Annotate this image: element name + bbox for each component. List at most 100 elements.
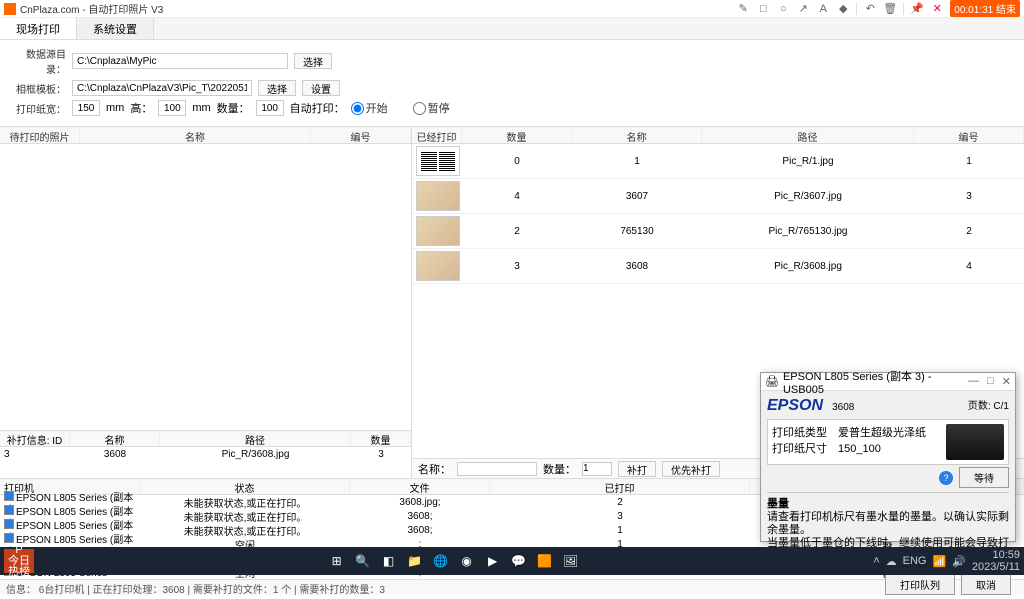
start-icon[interactable]: ⊞ bbox=[325, 549, 349, 573]
printed-row[interactable]: 2765130 Pic_R/765130.jpg2 bbox=[412, 214, 1024, 249]
tool-undo-icon[interactable]: ↶ bbox=[863, 2, 877, 16]
r-th-qty: 数量 bbox=[462, 127, 572, 143]
printer-checkbox[interactable] bbox=[4, 505, 14, 515]
mid-name-input[interactable] bbox=[457, 462, 537, 476]
thumb-icon bbox=[416, 216, 460, 246]
help-icon[interactable]: ? bbox=[939, 471, 953, 485]
copy-label: 数量： bbox=[217, 100, 250, 116]
printer-checkbox[interactable] bbox=[4, 533, 14, 543]
dialog-close-icon[interactable]: ✕ bbox=[1002, 375, 1011, 388]
info-th-qty: 数量 bbox=[351, 431, 411, 446]
info-name: 3608 bbox=[70, 447, 160, 477]
taskview-icon[interactable]: ◧ bbox=[377, 549, 401, 573]
app-icon bbox=[4, 3, 16, 15]
tray-lang[interactable]: ENG bbox=[903, 555, 927, 567]
mid-qty-input[interactable] bbox=[582, 462, 612, 476]
height-input[interactable] bbox=[158, 100, 186, 116]
tool-text-icon[interactable]: A bbox=[816, 2, 830, 16]
mm-unit: mm bbox=[106, 102, 124, 114]
info-qty: 3 bbox=[351, 447, 411, 477]
tab-live-print[interactable]: 现场打印 bbox=[0, 18, 77, 39]
dialog-min-icon[interactable]: — bbox=[968, 375, 979, 388]
info-th-path: 路径 bbox=[160, 431, 351, 446]
tool-arrow-icon[interactable]: ↗ bbox=[796, 2, 810, 16]
height-label: 高： bbox=[130, 100, 152, 116]
edge-icon[interactable]: 🌐 bbox=[429, 549, 453, 573]
printed-row[interactable]: 01 Pic_R/1.jpg1 bbox=[412, 144, 1024, 179]
info-th-id: 补打信息: ID bbox=[0, 431, 70, 446]
p-th-done: 已打印 bbox=[490, 479, 750, 494]
reprint-button[interactable]: 补打 bbox=[618, 461, 656, 477]
p-th-status: 状态 bbox=[140, 479, 350, 494]
left-th-name: 名称 bbox=[80, 127, 311, 143]
tool-circle-icon[interactable]: ○ bbox=[776, 2, 790, 16]
app-icon-5[interactable]: 🖼 bbox=[559, 549, 583, 573]
printed-row[interactable]: 43607 Pic_R/3607.jpg3 bbox=[412, 179, 1024, 214]
tray-time: 10:59 bbox=[972, 549, 1020, 561]
mid-name-label: 名称： bbox=[418, 461, 451, 477]
app-icon-1[interactable]: ◉ bbox=[455, 549, 479, 573]
tool-pencil-icon[interactable]: ✎ bbox=[736, 2, 750, 16]
printed-row[interactable]: 33608 Pic_R/3608.jpg4 bbox=[412, 249, 1024, 284]
tray-onedrive-icon[interactable]: ☁ bbox=[886, 555, 897, 568]
epson-brand: EPSON bbox=[767, 397, 823, 414]
r-th-path: 路径 bbox=[702, 127, 914, 143]
r-th-thumb: 已经打印的… bbox=[412, 127, 462, 143]
p-th-file: 文件 bbox=[350, 479, 490, 494]
info-path: Pic_R/3608.jpg bbox=[160, 447, 351, 477]
ink-title: 墨量 bbox=[767, 498, 789, 510]
dialog-model: 3608 bbox=[832, 402, 854, 413]
tab-settings[interactable]: 系统设置 bbox=[77, 18, 154, 39]
printer-checkbox[interactable] bbox=[4, 519, 14, 529]
left-th-photo: 待打印的照片 bbox=[0, 127, 80, 143]
size-label: 打印纸宽： bbox=[10, 101, 66, 116]
radio-start[interactable]: 开始 bbox=[351, 100, 407, 116]
thumb-icon bbox=[416, 181, 460, 211]
r-th-id: 编号 bbox=[914, 127, 1024, 143]
queue-button[interactable]: 打印队列 bbox=[885, 574, 955, 595]
printer-checkbox[interactable] bbox=[4, 491, 14, 501]
tray-date: 2023/5/11 bbox=[972, 561, 1020, 573]
thumb-icon bbox=[416, 146, 460, 176]
dialog-pages: 页数: C/1 bbox=[968, 397, 1009, 412]
wait-button[interactable]: 等待 bbox=[959, 467, 1009, 488]
tool-pin-icon[interactable]: 📌 bbox=[910, 2, 924, 16]
search-icon[interactable]: 🔍 bbox=[351, 549, 375, 573]
pending-list bbox=[0, 144, 411, 430]
close-icon[interactable]: ✕ bbox=[930, 2, 944, 16]
radio-pause[interactable]: 暂停 bbox=[413, 100, 469, 116]
width-input[interactable] bbox=[72, 100, 100, 116]
priority-reprint-button[interactable]: 优先补打 bbox=[662, 461, 720, 477]
auto-label: 自动打印： bbox=[290, 100, 345, 116]
taskbar-today[interactable]: P今日 热榜 bbox=[4, 549, 34, 573]
print-dialog: 🖨 EPSON L805 Series (副本 3) - USB005 — □ … bbox=[760, 372, 1016, 542]
r-th-name: 名称 bbox=[572, 127, 702, 143]
dir-browse-button[interactable]: 选择 bbox=[294, 53, 332, 69]
timer-badge: 00:01:31 结束 bbox=[950, 0, 1020, 17]
mid-qty-label: 数量： bbox=[543, 461, 576, 477]
tpl-browse-button[interactable]: 选择 bbox=[258, 80, 296, 96]
app-icon-2[interactable]: ▶ bbox=[481, 549, 505, 573]
mm-unit2: mm bbox=[192, 102, 210, 114]
app-icon-3[interactable]: 💬 bbox=[507, 549, 531, 573]
tool-square-icon[interactable]: □ bbox=[756, 2, 770, 16]
cancel-button[interactable]: 取消 bbox=[961, 574, 1011, 595]
dir-input[interactable] bbox=[72, 53, 288, 69]
tool-blur-icon[interactable]: ◆ bbox=[836, 2, 850, 16]
info-th-name: 名称 bbox=[70, 431, 160, 446]
copy-input[interactable] bbox=[256, 100, 284, 116]
tray-arrow-icon[interactable]: ˄ bbox=[873, 555, 879, 567]
explorer-icon[interactable]: 📁 bbox=[403, 549, 427, 573]
tray-volume-icon[interactable]: 🔊 bbox=[952, 555, 966, 568]
dialog-max-icon[interactable]: □ bbox=[987, 375, 994, 388]
tpl-config-button[interactable]: 设置 bbox=[302, 80, 340, 96]
info-id: 3 bbox=[0, 447, 70, 477]
tray-wifi-icon[interactable]: 📶 bbox=[932, 555, 946, 568]
left-th-id: 编号 bbox=[311, 127, 411, 143]
tpl-input[interactable] bbox=[72, 80, 252, 96]
tpl-label: 相框模板： bbox=[10, 81, 66, 96]
app-icon-4[interactable]: 🟧 bbox=[533, 549, 557, 573]
dialog-title: EPSON L805 Series (副本 3) - USB005 bbox=[783, 368, 968, 396]
printer-image bbox=[946, 424, 1004, 460]
tool-trash-icon[interactable]: 🗑 bbox=[883, 2, 897, 16]
